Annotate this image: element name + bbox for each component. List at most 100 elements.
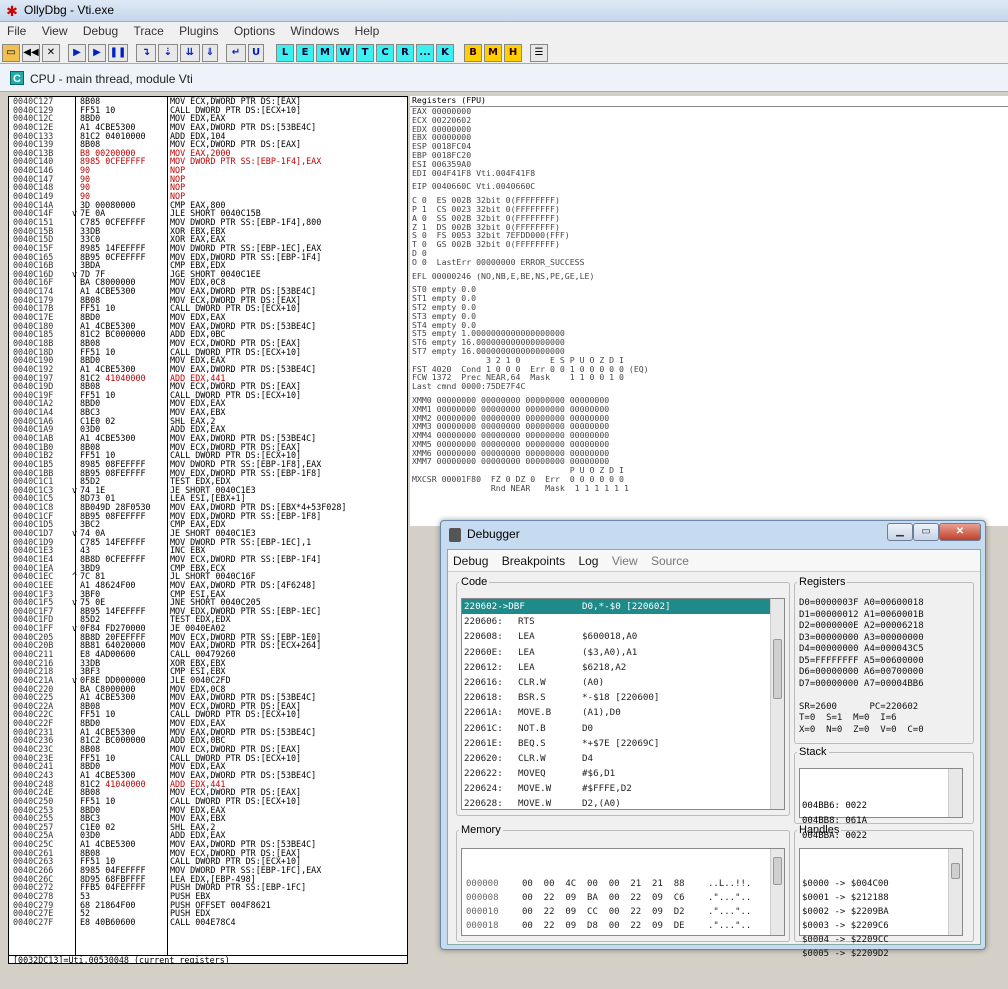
toolbar-letter-b[interactable]: B (464, 44, 482, 62)
handle-entry[interactable]: $0002 -> $2209BA (802, 905, 962, 919)
code-scrollbar[interactable] (770, 599, 784, 809)
code-row[interactable]: 220606: RTS (462, 614, 784, 629)
code-row[interactable]: 220618: BSR.S *-$18 [220600] (462, 690, 784, 705)
register-line[interactable]: ST0 empty 0.0 (410, 285, 1008, 294)
memory-row[interactable]: 000010 00 22 09 CC 00 22 09 D2 ."...".. (462, 905, 784, 919)
code-row[interactable]: 220624: MOVE.W #$FFFE,D2 (462, 781, 784, 796)
memory-row[interactable]: 000018 00 22 09 D8 00 22 09 DE ."...".. (462, 919, 784, 933)
toolbar-letter-t[interactable]: T (356, 44, 374, 62)
register-line[interactable]: Last cmnd 0000:75DE7F4C (410, 382, 1008, 391)
disasm-row[interactable]: 0040C1D9 C785 14FEFFFF MOV DWORD PTR SS:[E… (9, 538, 407, 547)
rewind-icon[interactable]: ◀◀ (22, 44, 40, 62)
menu-windows[interactable]: Windows (286, 22, 345, 40)
disasm-row[interactable]: 0040C140 8985 0CFEFFFF MOV DWORD PTR SS:[E… (9, 157, 407, 166)
toolbar-letter-e[interactable]: E (296, 44, 314, 62)
code-row[interactable]: 22061C: NOT.B D0 (462, 721, 784, 736)
code-row[interactable]: 220628: MOVE.W D2,(A0) (462, 796, 784, 809)
menu-view[interactable]: View (37, 22, 73, 40)
toolbar-letter-k[interactable]: K (436, 44, 454, 62)
handles-scrollbar[interactable] (948, 849, 962, 935)
register-line[interactable]: EFL 00000246 (NO,NB,E,BE,NS,PE,GE,LE) (410, 271, 1008, 281)
memory-dump[interactable]: 000000 00 00 4C 00 00 21 21 88 ..L..!!. 000… (461, 848, 785, 936)
close-button[interactable]: ✕ (939, 523, 981, 541)
code-row[interactable]: 220620: CLR.W D4 (462, 751, 784, 766)
minimize-button[interactable]: ▁ (887, 523, 913, 541)
code-row[interactable]: 220616: CLR.W (A0) (462, 675, 784, 690)
handle-entry[interactable]: $0005 -> $2209D2 (802, 947, 962, 961)
handle-entry[interactable]: $0003 -> $2209C6 (802, 919, 962, 933)
menu-file[interactable]: File (2, 22, 31, 40)
toolbar-letter-c[interactable]: C (376, 44, 394, 62)
step-icon[interactable]: ▶ (88, 44, 106, 62)
toolbar-letter-m[interactable]: M (316, 44, 334, 62)
disasm-row[interactable]: 0040C27F E8 40B60600 CALL 004E78C4 (9, 918, 407, 927)
handle-entry[interactable]: $0001 -> $212188 (802, 891, 962, 905)
register-line[interactable]: O 0 LastErr 00000000 ERROR_SUCCESS (410, 257, 1008, 267)
register-line[interactable]: EDX 00000000 (410, 124, 1008, 134)
register-line[interactable]: ST2 empty 0.0 (410, 303, 1008, 312)
execute-till-return-icon[interactable]: ↵ (226, 44, 246, 62)
execute-till-user-icon[interactable]: U (248, 44, 264, 62)
debugger-menu-source[interactable]: Source (646, 550, 694, 568)
debugger-menu-breakpoints[interactable]: Breakpoints (497, 550, 570, 568)
open-folder-icon[interactable]: ▭ (2, 44, 20, 62)
memory-row[interactable]: 000020 00 22 09 E4 00 22 09 EA ."...".. (462, 933, 784, 935)
menu-options[interactable]: Options (229, 22, 280, 40)
code-row[interactable]: 22060E: LEA ($3,A0),A1 (462, 645, 784, 660)
disasm-row[interactable]: 0040C147 90 NOP (9, 175, 407, 184)
disassembly-pane[interactable]: 0040C127 8B08 MOV ECX,DWORD PTR DS:[EAX] 00… (8, 96, 408, 964)
menu-trace[interactable]: Trace (129, 22, 169, 40)
register-line[interactable]: T 0 GS 002B 32bit 0(FFFFFFFF) (410, 240, 1008, 249)
debugger-menu-log[interactable]: Log (573, 550, 603, 568)
register-line[interactable]: EIP 0040660C Vti.0040660C (410, 182, 1008, 191)
registers-pane[interactable]: Registers (FPU) EAX 00000000 ECX 00220602… (410, 96, 1008, 526)
stack-scrollbar[interactable] (948, 769, 962, 817)
code-row[interactable]: 220612: LEA $6218,A2 (462, 660, 784, 675)
scrollbar-thumb[interactable] (773, 857, 782, 885)
toolbar-letter-r[interactable]: R (396, 44, 414, 62)
menu-help[interactable]: Help (350, 22, 385, 40)
register-line[interactable]: EBX 00000000 (410, 133, 1008, 142)
toolbar-letter-dots[interactable]: ... (416, 44, 434, 62)
disasm-row[interactable]: 0040C148 90 NOP (9, 183, 407, 192)
close-icon[interactable]: ✕ (42, 44, 60, 62)
toolbar-letter-l[interactable]: L (276, 44, 294, 62)
run-icon[interactable]: ▶ (68, 44, 86, 62)
handles-list[interactable]: $0000 -> $004C00 $0001 -> $212188 $0002 ->… (799, 848, 963, 959)
pause-icon[interactable]: ❚❚ (108, 44, 128, 62)
code-listing[interactable]: 220602->DBF D0,*-$0 [220602] 220606: RTS 220… (461, 598, 785, 810)
register-line[interactable]: ST1 empty 0.0 (410, 294, 1008, 303)
maximize-button[interactable]: ▭ (913, 523, 939, 541)
register-line[interactable]: ECX 00220602 (410, 115, 1008, 125)
register-line[interactable]: ESP 0018FC04 (410, 142, 1008, 151)
disasm-row[interactable]: 0040C146 90 NOP (9, 166, 407, 175)
code-row[interactable]: 22061A: MOVE.B (A1),D0 (462, 705, 784, 720)
register-line[interactable]: ST3 empty 0.0 (410, 311, 1008, 321)
step-into-icon[interactable]: ↴ (136, 44, 156, 62)
debugger-menu-debug[interactable]: Debug (448, 550, 493, 568)
step-over-icon[interactable]: ⇣ (158, 44, 178, 62)
code-row[interactable]: 220608: LEA $600018,A0 (462, 629, 784, 644)
register-line[interactable]: EAX 00000000 (410, 107, 1008, 116)
trace-over-icon[interactable]: ⇓ (202, 44, 218, 62)
debugger-menu-view[interactable]: View (607, 550, 643, 568)
toolbar-letter-w[interactable]: W (336, 44, 354, 62)
register-line[interactable]: EDI 004F41F8 Vti.004F41F8 (410, 168, 1008, 178)
toolbar-letter-h[interactable]: H (504, 44, 522, 62)
menu-plugins[interactable]: Plugins (174, 22, 223, 40)
scrollbar-thumb[interactable] (773, 639, 782, 699)
handle-entry[interactable]: $0000 -> $004C00 (802, 877, 962, 891)
scrollbar-thumb[interactable] (951, 863, 960, 879)
code-row[interactable]: 220602->DBF D0,*-$0 [220602] (462, 599, 784, 615)
register-line[interactable]: Rnd NEAR Mask 1 1 1 1 1 1 (410, 484, 1008, 493)
code-row[interactable]: 220622: MOVEQ #$6,D1 (462, 766, 784, 781)
trace-into-icon[interactable]: ⇊ (180, 44, 200, 62)
handle-entry[interactable]: $0004 -> $2209CC (802, 933, 962, 947)
menu-debug[interactable]: Debug (78, 22, 123, 40)
stack-list[interactable]: 004BB6: 0022 004BB8: 061A 004BBA: 0022 (799, 768, 963, 841)
register-line[interactable]: EBP 0018FC20 (410, 151, 1008, 160)
list-icon[interactable]: ☰ (530, 44, 548, 62)
memory-row[interactable]: 000008 00 22 09 BA 00 22 09 C6 ."...".. (462, 891, 784, 905)
code-row[interactable]: 22061E: BEQ.S *+$7E [22069C] (462, 736, 784, 751)
memory-row[interactable]: 000000 00 00 4C 00 00 21 21 88 ..L..!!. (462, 877, 784, 891)
